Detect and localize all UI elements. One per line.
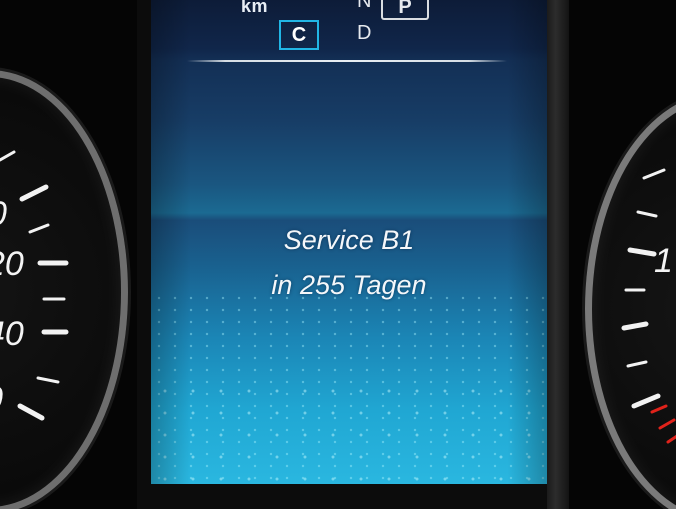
gear-park: P: [381, 0, 429, 20]
gear-current-indicator: C: [279, 20, 319, 50]
gear-neutral: N: [357, 0, 372, 12]
gear-drive: D: [357, 22, 372, 44]
display-bezel: [547, 0, 569, 509]
odometer-unit: km: [241, 0, 269, 16]
service-message-detail: in 255 Tagen: [271, 270, 427, 300]
right-gauge-label: 1: [654, 242, 673, 280]
instrument-cluster: 0 20 40 0 km N P C D Service B1 in 255 T…: [0, 0, 676, 509]
left-gauge-scale: 0 20 40 0: [0, 150, 69, 421]
left-gauge-label: 40: [0, 315, 24, 353]
left-gauge-label: 0: [0, 380, 3, 418]
display-divider: [187, 60, 507, 62]
service-message-title: Service B1: [283, 225, 415, 255]
left-gauge-label: 0: [0, 195, 7, 233]
cluster-display: km N P C D Service B1 in 255 Tagen: [151, 0, 547, 484]
right-gauge-scale: 1: [621, 168, 676, 444]
left-gauge-label: 20: [0, 245, 24, 283]
display-background-pattern: [151, 380, 547, 484]
